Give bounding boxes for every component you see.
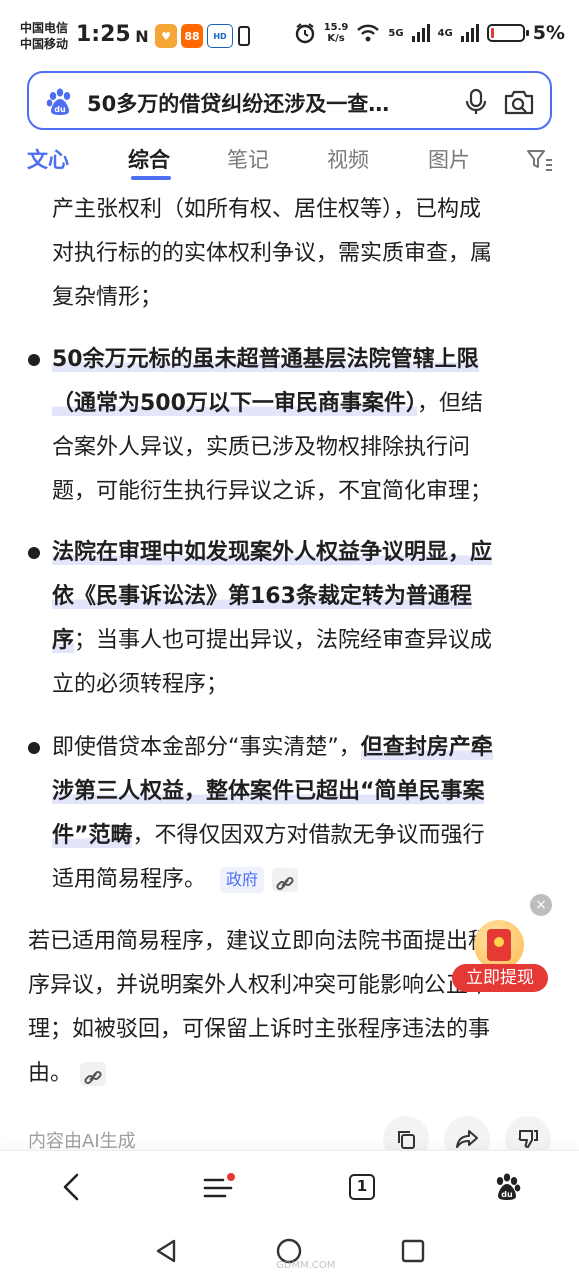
copy-icon xyxy=(398,1131,415,1149)
bullet-dot xyxy=(28,547,40,559)
conclusion-line: 由。 xyxy=(28,1061,73,1086)
intro-line: 产主张权利（如所有权、居住权等），已构成 xyxy=(52,197,482,222)
clock: 1:25 xyxy=(76,22,131,47)
carrier-1: 中国电信 xyxy=(20,21,69,35)
bullet-text: 立的必须转程序； xyxy=(52,672,229,697)
baidu-paw-icon: du xyxy=(496,1173,521,1200)
share-icon xyxy=(456,1130,478,1148)
menu-icon xyxy=(203,1173,235,1198)
highlight-text: 但查封房产牵 xyxy=(360,735,493,760)
dislike-icon xyxy=(518,1130,538,1148)
bullet-item-3: 即使借贷本金部分“事实清楚”，但查封房产牵 涉第三人权益，整体案件已超出“简单民… xyxy=(52,726,557,902)
bullet-text: ，但结 xyxy=(416,391,483,416)
active-tab-indicator xyxy=(131,176,171,180)
mic-icon[interactable] xyxy=(461,87,491,117)
result-tabs: 文心 综合 笔记 视频 图片 xyxy=(0,140,579,184)
bullet-text: ，不得仅因双方对借款无争议而强行 xyxy=(132,823,485,848)
net-speed-unit: K/s xyxy=(327,33,345,44)
conclusion-line: 理；如被驳回，可保留上诉时主张程序违法的事 xyxy=(28,1017,491,1042)
source-tag[interactable]: 政府 xyxy=(220,867,265,893)
cash-promo-widget[interactable]: × 立即提现 xyxy=(452,894,562,994)
alarm-icon xyxy=(295,23,314,44)
highlight-text: 序 xyxy=(52,628,75,653)
net-speed: 15.9 K/s xyxy=(324,22,349,44)
orange-app-icon: 88 xyxy=(181,24,203,48)
link-chip[interactable] xyxy=(272,868,299,892)
svg-text:du: du xyxy=(54,105,66,114)
tab-notes[interactable]: 笔记 xyxy=(227,144,269,174)
bullet-item-2: 法院在审理中如发现案外人权益争议明显，应 依《民事诉讼法》第163条裁定转为普通… xyxy=(52,531,557,707)
intro-line: 对执行标的的实体权利争议，需实质审查，属 xyxy=(52,241,493,266)
tabs-button[interactable]: 1 xyxy=(342,1167,382,1207)
highlight-text: 依《民事诉讼法》第163条裁定转为普通程 xyxy=(52,584,472,609)
wifi-icon xyxy=(357,24,380,42)
back-button[interactable] xyxy=(52,1167,92,1207)
tab-count-badge: 1 xyxy=(349,1174,375,1200)
net-speed-value: 15.9 xyxy=(323,22,349,33)
filter-icon[interactable] xyxy=(526,148,554,172)
back-icon xyxy=(63,1173,79,1201)
system-navigation: GDMM.COM xyxy=(0,1222,579,1280)
bullet-dot xyxy=(28,742,40,754)
carrier-2: 中国移动 xyxy=(20,37,69,51)
signal-icon xyxy=(411,24,430,42)
bullet-text: ；当事人也可提出异议，法院经审查异议成 xyxy=(74,628,493,653)
net-type-1: 5G xyxy=(388,27,404,39)
camera-search-icon[interactable] xyxy=(503,87,535,117)
status-bar: 中国电信 中国移动 1:25 N ♥ 88 HD 15.9 K/s 5G 4G … xyxy=(0,0,579,72)
link-icon xyxy=(276,876,294,891)
bullet-text: 适用简易程序。 xyxy=(52,867,207,892)
signal-icon-2 xyxy=(460,24,479,42)
svg-text:du: du xyxy=(501,1190,513,1199)
bullet-dot xyxy=(28,354,40,366)
bullet-text: 即使借贷本金部分“事实清楚”， xyxy=(52,735,361,760)
system-back-icon[interactable] xyxy=(152,1236,182,1266)
highlight-text: 法院在审理中如发现案外人权益争议明显，应 xyxy=(52,540,493,565)
highlight-text: 50余万元标的虽未超普通基层法院管辖上限 xyxy=(52,347,479,372)
withdraw-now-button[interactable]: 立即提现 xyxy=(452,964,548,992)
tab-wenxin[interactable]: 文心 xyxy=(27,144,69,174)
intro-paragraph: 产主张权利（如所有权、居住权等），已构成 对执行标的的实体权利争议，需实质审查，… xyxy=(52,188,492,320)
search-input[interactable]: 50多万的借贷纠纷还涉及一查… xyxy=(87,88,457,118)
menu-button[interactable] xyxy=(198,1167,238,1207)
battery-saver-icon xyxy=(238,26,250,46)
link-icon xyxy=(84,1070,102,1085)
tab-comprehensive[interactable]: 综合 xyxy=(128,144,170,174)
status-right: 15.9 K/s 5G 4G 5% xyxy=(294,22,565,44)
heart-app-icon: ♥ xyxy=(155,24,177,48)
battery-icon xyxy=(486,24,529,42)
highlight-text: （通常为500万以下一审民商事案件） xyxy=(52,391,417,416)
promo-close-button[interactable]: × xyxy=(530,894,552,916)
carrier-info: 中国电信 中国移动 xyxy=(20,20,68,52)
link-chip[interactable] xyxy=(80,1062,107,1086)
hd-tag-icon: HD xyxy=(207,24,233,48)
net-type-2: 4G xyxy=(437,27,453,39)
red-envelope-icon[interactable] xyxy=(474,920,524,970)
tab-video[interactable]: 视频 xyxy=(327,144,369,174)
battery-percent: 5% xyxy=(532,22,565,44)
highlight-text: 涉第三人权益，整体案件已超出“简单民事案 xyxy=(52,779,485,804)
search-box[interactable]: du 50多万的借贷纠纷还涉及一查… xyxy=(27,71,552,130)
bullet-text: 题，可能衍生执行异议之诉，不宜简化审理； xyxy=(52,479,493,504)
nfc-icon: N xyxy=(135,26,149,46)
intro-line: 复杂情形； xyxy=(52,285,163,310)
bullet-item-1: 50余万元标的虽未超普通基层法院管辖上限 （通常为500万以下一审民商事案件），… xyxy=(52,338,557,514)
tab-images[interactable]: 图片 xyxy=(428,144,470,174)
baidu-home-button[interactable]: du xyxy=(487,1167,527,1207)
bottom-navigation: 1 du xyxy=(0,1150,579,1222)
baidu-paw-icon[interactable]: du xyxy=(45,87,75,117)
watermark: GDMM.COM xyxy=(276,1260,336,1271)
system-recents-icon[interactable] xyxy=(398,1236,428,1266)
bullet-text: 合案外人异议，实质已涉及物权排除执行问 xyxy=(52,435,471,460)
highlight-text: 件”范畴 xyxy=(52,823,133,848)
